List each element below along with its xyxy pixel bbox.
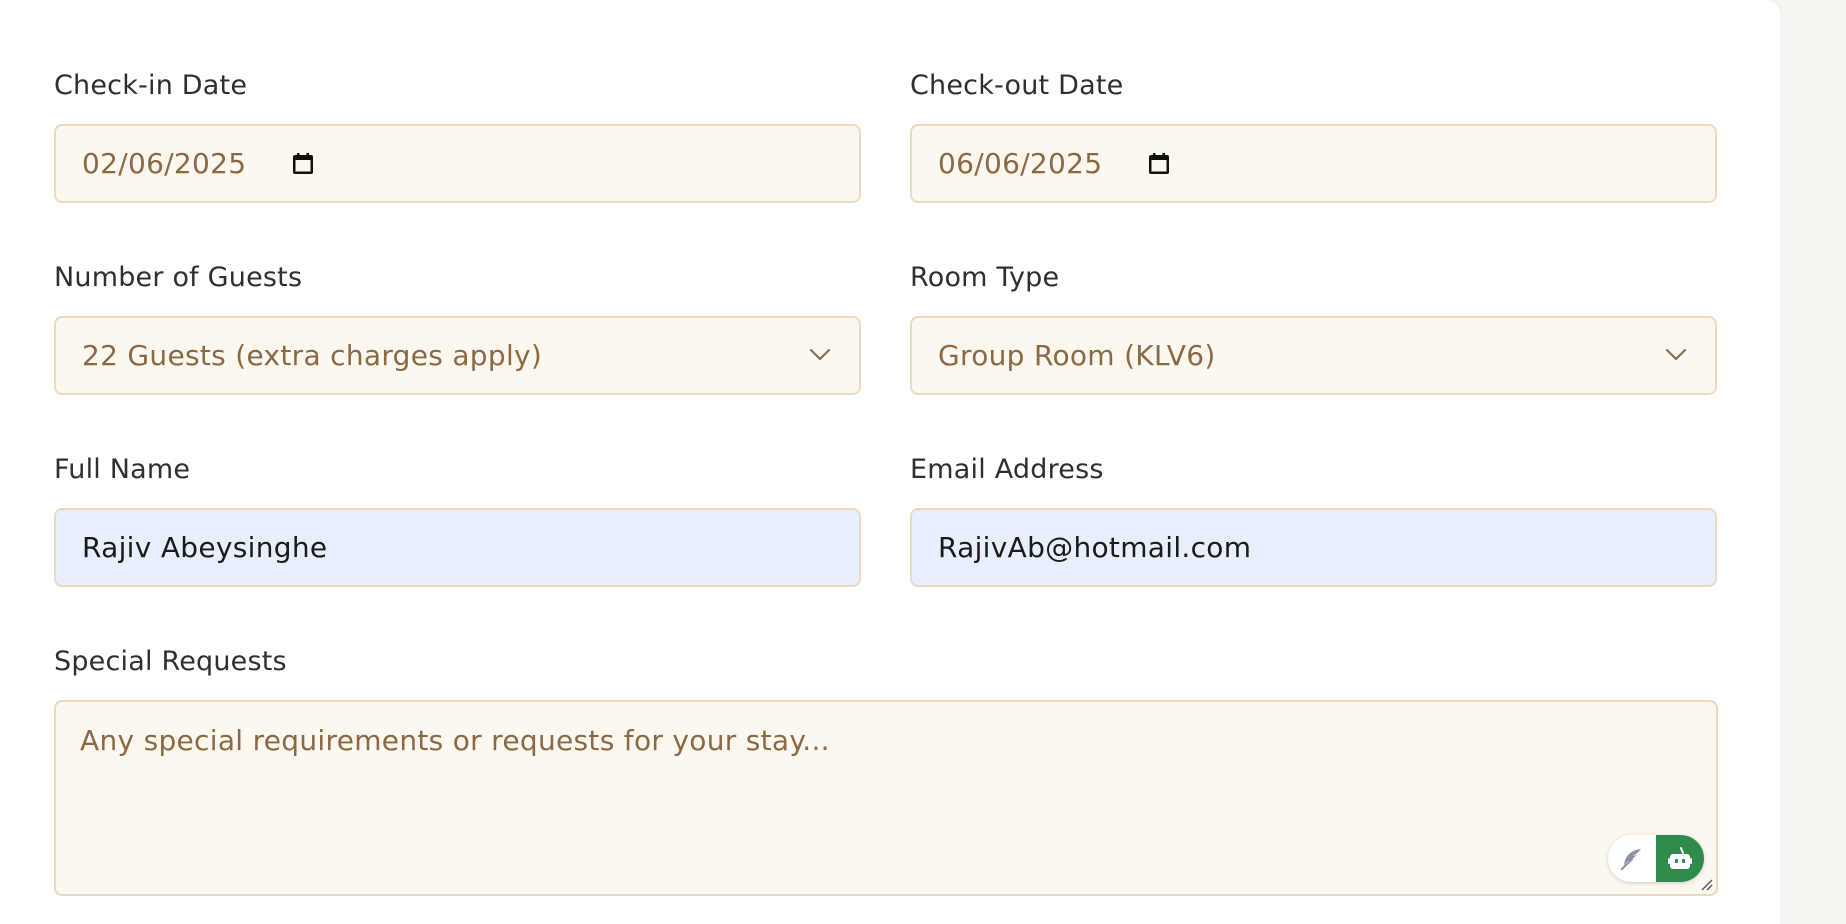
room-type-select[interactable]: Group Room (KLV6): [910, 316, 1717, 395]
checkout-date-input[interactable]: 06/06/2025: [910, 124, 1717, 203]
email-input[interactable]: RajivAb@hotmail.com: [910, 508, 1717, 587]
booking-form-card: Check-in Date 02/06/2025 Check-out Date …: [0, 0, 1780, 924]
chevron-down-icon: [810, 349, 830, 360]
chevron-down-icon: [1666, 349, 1686, 360]
calendar-icon[interactable]: [1147, 152, 1171, 176]
page-background-strip: [1780, 0, 1846, 924]
checkin-date-value: 02/06/2025: [82, 147, 247, 180]
guests-select[interactable]: 22 Guests (extra charges apply): [54, 316, 861, 395]
guests-selected-value: 22 Guests (extra charges apply): [82, 339, 543, 372]
checkin-date-input[interactable]: 02/06/2025: [54, 124, 861, 203]
assistant-widget: [1608, 835, 1704, 882]
special-requests-label: Special Requests: [54, 646, 287, 677]
calendar-icon[interactable]: [291, 152, 315, 176]
feather-icon: [1621, 848, 1641, 870]
checkout-label: Check-out Date: [910, 70, 1124, 101]
email-label: Email Address: [910, 454, 1104, 485]
special-requests-textarea[interactable]: Any special requirements or requests for…: [54, 700, 1718, 896]
full-name-label: Full Name: [54, 454, 191, 485]
robot-icon: [1668, 846, 1692, 869]
checkout-date-value: 06/06/2025: [938, 147, 1103, 180]
room-type-selected-value: Group Room (KLV6): [938, 339, 1216, 372]
full-name-input[interactable]: Rajiv Abeysinghe: [54, 508, 861, 587]
email-value: RajivAb@hotmail.com: [938, 531, 1252, 564]
robot-button[interactable]: [1656, 835, 1704, 882]
guests-label: Number of Guests: [54, 262, 303, 293]
feather-button[interactable]: [1608, 835, 1656, 882]
checkin-label: Check-in Date: [54, 70, 248, 101]
full-name-value: Rajiv Abeysinghe: [82, 531, 328, 564]
room-type-label: Room Type: [910, 262, 1060, 293]
special-requests-placeholder: Any special requirements or requests for…: [80, 724, 830, 757]
